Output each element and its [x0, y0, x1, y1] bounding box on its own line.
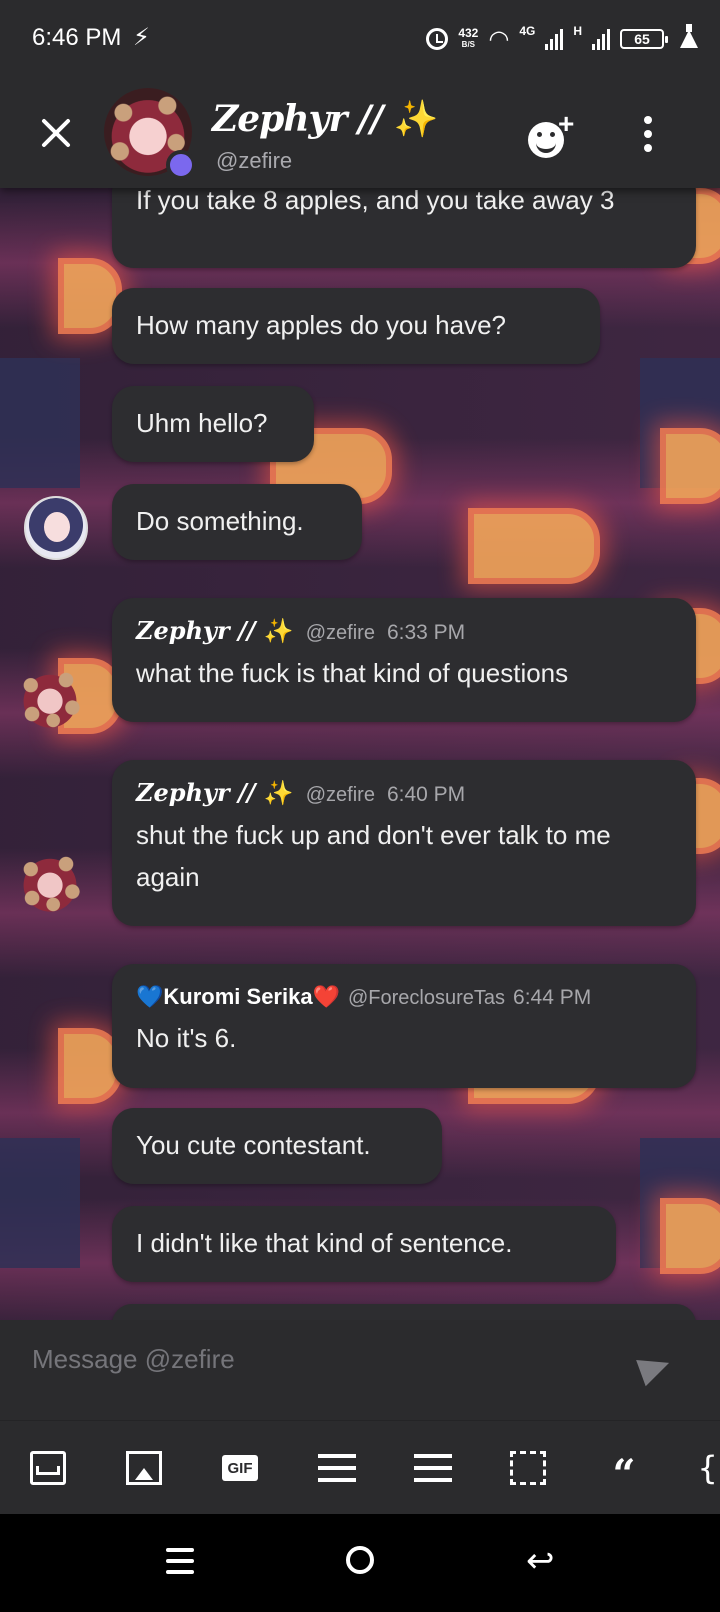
page-title: Zephyr // ✨	[212, 98, 439, 140]
user-handle: @zefire	[216, 148, 293, 173]
message-timestamp: 6:33 PM	[386, 621, 466, 644]
message-input[interactable]: Message @zefire	[32, 1344, 235, 1375]
system-nav-bar: ↩	[0, 1514, 720, 1612]
status-bar: 6:46 PM ⚡ 432 B/S ◠ 4G H 65	[0, 0, 720, 80]
signal-icon	[545, 28, 564, 50]
avatar[interactable]	[18, 850, 82, 914]
network-type: 4G	[519, 24, 536, 38]
message-author[interactable]: Zephyr // ✨	[136, 614, 294, 648]
message-bubble[interactable]: Zephyr // ✨ @zefire 6:40 PM shut the fuc…	[112, 760, 696, 926]
message-list[interactable]: If you take 8 apples, and you take away …	[0, 188, 720, 1320]
wifi-icon: ◠	[488, 25, 510, 53]
add-friend-button[interactable]: +	[524, 108, 584, 162]
message-text: You cute contestant.	[136, 1130, 371, 1160]
message-author[interactable]: Zephyr // ✨	[136, 776, 294, 810]
message-text: How many apples do you have?	[136, 310, 507, 340]
numbered-list-icon[interactable]	[414, 1454, 452, 1482]
status-time: 6:46 PM	[32, 24, 122, 51]
message-bubble[interactable]: Uhm hello?	[112, 386, 314, 462]
close-icon[interactable]	[38, 114, 74, 150]
message-bubble[interactable]: 💙Kuromi Serika❤️ @ForeclosureTas 6:44 PM…	[112, 964, 696, 1088]
message-bubble[interactable]: If you take 8 apples, and you take away …	[112, 188, 696, 268]
message-handle: @ForeclosureTas	[347, 987, 506, 1009]
message-bubble[interactable]: How many apples do you have?	[112, 288, 600, 364]
message-bubble[interactable]: You cute contestant.	[112, 1108, 442, 1184]
gif-button[interactable]: GIF	[222, 1455, 258, 1481]
sparkle-icon: ✨	[263, 778, 294, 807]
red-heart-icon: ❤️	[312, 984, 340, 1009]
background-shape	[0, 358, 80, 488]
author-name: Kuromi Serika	[163, 984, 313, 1009]
battery-icon: 65	[620, 29, 668, 49]
message-timestamp: 6:40 PM	[386, 783, 466, 806]
message-bubble[interactable]: Do something.	[112, 484, 362, 560]
network-type-2: H	[573, 24, 582, 38]
message-text: If you take 8 apples, and you take away …	[136, 188, 615, 215]
status-icons: 432 B/S ◠ 4G H 65	[426, 22, 698, 56]
message-composer: Message @zefire	[0, 1320, 720, 1420]
message-text: Do something.	[136, 506, 304, 536]
sparkle-icon: ✨	[263, 616, 294, 645]
flask-icon	[680, 24, 698, 48]
message-handle: @zefire	[305, 784, 375, 806]
speed-value: 432	[458, 26, 479, 40]
spoiler-icon[interactable]	[510, 1451, 546, 1485]
background-pill	[660, 1198, 720, 1274]
avatar[interactable]	[24, 496, 88, 560]
message-timestamp: 6:44 PM	[513, 986, 592, 1009]
plus-icon: +	[558, 108, 575, 139]
message-text: what the fuck is that kind of questions	[136, 658, 569, 688]
background-shape	[0, 1138, 80, 1268]
user-name: Zephyr //	[212, 98, 383, 140]
message-handle: @zefire	[305, 622, 375, 644]
more-options-icon[interactable]	[642, 116, 654, 156]
back-icon[interactable]: ↩	[526, 1544, 555, 1578]
message-text: I didn't like that kind of sentence.	[136, 1228, 513, 1258]
sparkle-icon: ✨	[393, 98, 439, 140]
code-icon[interactable]: {	[698, 1449, 720, 1487]
send-icon[interactable]	[636, 1349, 674, 1387]
message-header: Zephyr // ✨ @zefire 6:33 PM	[136, 614, 672, 650]
message-author[interactable]: 💙Kuromi Serika❤️	[136, 980, 340, 1014]
speed-unit: B/S	[461, 40, 476, 49]
image-icon[interactable]	[126, 1451, 162, 1485]
online-status-icon	[166, 150, 196, 180]
message-header: 💙Kuromi Serika❤️ @ForeclosureTas 6:44 PM	[136, 980, 672, 1015]
dm-header: Zephyr // ✨ @zefire +	[0, 80, 720, 188]
bullet-list-icon[interactable]	[318, 1454, 356, 1482]
home-icon[interactable]	[346, 1546, 374, 1574]
message-bubble[interactable]: Zephyr // ✨ @zefire 6:33 PM what the fuc…	[112, 598, 696, 722]
author-name: Zephyr //	[136, 616, 256, 645]
message-header: Zephyr // ✨ @zefire 6:40 PM	[136, 776, 672, 812]
message-text: shut the fuck up and don't ever talk to …	[136, 820, 611, 892]
message-text: No it's 6.	[136, 1023, 237, 1053]
battery-level: 65	[634, 31, 650, 47]
avatar[interactable]	[18, 666, 82, 730]
author-name: Zephyr //	[136, 778, 256, 807]
message-text: Uhm hello?	[136, 408, 268, 438]
emoji-icon[interactable]	[30, 1451, 66, 1485]
lightning-icon: ⚡	[133, 24, 150, 51]
message-bubble[interactable]: I didn't like that kind of sentence.	[112, 1206, 616, 1282]
network-speed: 432 B/S	[458, 26, 479, 50]
background-pill	[660, 428, 720, 504]
alarm-icon	[426, 28, 449, 50]
signal-icon-2	[592, 28, 610, 50]
quote-icon[interactable]: “	[606, 1451, 642, 1498]
blue-heart-icon: 💙	[136, 984, 164, 1009]
message-bubble[interactable]	[112, 1304, 696, 1320]
formatting-toolbar: GIF “ {	[0, 1420, 720, 1515]
background-pill	[468, 508, 600, 584]
menu-icon[interactable]	[166, 1548, 194, 1574]
